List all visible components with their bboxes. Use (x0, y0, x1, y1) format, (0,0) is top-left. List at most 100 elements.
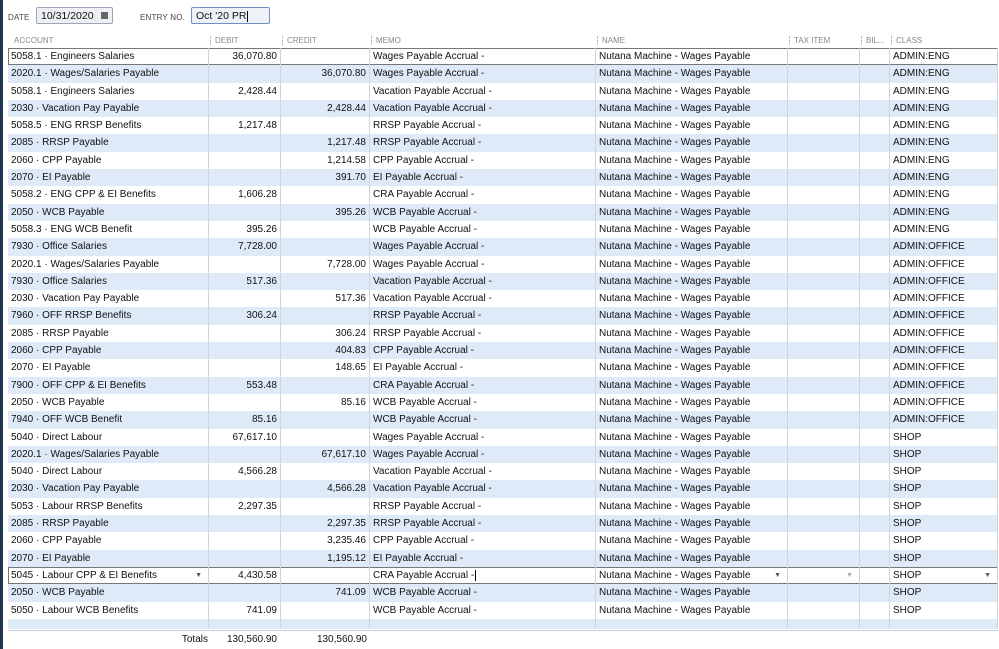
cell-billable[interactable] (860, 618, 890, 629)
cell-tax-item[interactable] (788, 169, 860, 187)
cell-name[interactable]: Nutana Machine - Wages Payable (596, 255, 788, 273)
column-header-name[interactable]: NAME (602, 34, 625, 48)
cell-tax-item[interactable] (788, 117, 860, 135)
cell-class[interactable]: ADMIN:ENG (890, 82, 998, 100)
cell-billable[interactable] (860, 480, 890, 498)
table-row[interactable]: 2060 · CPP Payable 3,235.46 CPP Payable Ac… (8, 532, 998, 550)
column-header-debit[interactable]: DEBIT (215, 34, 239, 48)
cell-class[interactable]: ADMIN:ENG (890, 220, 998, 239)
cell-credit[interactable]: 36,070.80 (281, 65, 370, 83)
cell-credit[interactable]: 2,297.35 (281, 515, 370, 533)
cell-class[interactable]: SHOP (890, 428, 998, 446)
cell-memo[interactable]: Vacation Payable Accrual - (370, 82, 596, 100)
table-row[interactable]: 2050 · WCB Payable 85.16 WCB Payable Accru… (8, 393, 998, 412)
cell-credit[interactable]: 404.83 (281, 342, 370, 360)
cell-memo[interactable]: CRA Payable Accrual - (370, 186, 596, 204)
date-field[interactable]: 10/31/2020 (36, 7, 113, 24)
cell-memo[interactable]: CPP Payable Accrual - (370, 151, 596, 170)
cell-class[interactable]: SHOP (890, 549, 998, 567)
cell-memo[interactable]: Vacation Payable Accrual - (370, 480, 596, 498)
cell-name[interactable]: Nutana Machine - Wages Payable (596, 169, 788, 187)
cell-name[interactable]: Nutana Machine - Wages Payable (596, 290, 788, 308)
cell-credit[interactable]: 306.24 (281, 324, 370, 343)
cell-credit[interactable] (281, 186, 370, 204)
cell-memo[interactable]: WCB Payable Accrual - (370, 393, 596, 412)
cell-tax-item[interactable] (788, 238, 860, 256)
cell-name[interactable]: Nutana Machine - Wages Payable (596, 186, 788, 204)
table-row[interactable]: 2070 · EI Payable 1,195.12 EI Payable Accr… (8, 549, 998, 567)
table-row[interactable]: 2070 · EI Payable 148.65 EI Payable Accrua… (8, 359, 998, 377)
cell-credit[interactable]: 517.36 (281, 290, 370, 308)
cell-class[interactable]: ADMIN:OFFICE (890, 272, 998, 291)
cell-billable[interactable] (860, 549, 890, 567)
dropdown-arrow-icon[interactable]: ▼ (774, 567, 781, 584)
cell-credit[interactable] (281, 82, 370, 100)
cell-billable[interactable] (860, 169, 890, 187)
cell-tax-item[interactable] (788, 376, 860, 394)
cell-class[interactable]: ADMIN:ENG (890, 48, 998, 66)
cell-account[interactable]: 2030 · Vacation Pay Payable (8, 99, 209, 118)
cell-tax-item[interactable] (788, 290, 860, 308)
cell-name[interactable]: Nutana Machine - Wages Payable (596, 359, 788, 377)
cell-account[interactable]: 7930 · Office Salaries (8, 238, 209, 256)
cell-account[interactable]: 2085 · RRSP Payable (8, 324, 209, 343)
cell-class[interactable]: ADMIN:OFFICE (890, 359, 998, 377)
cell-credit[interactable]: 67,617.10 (281, 445, 370, 464)
cell-account[interactable]: 5040 · Direct Labour (8, 463, 209, 481)
cell-class[interactable]: ADMIN:OFFICE (890, 324, 998, 343)
column-resize-handle[interactable] (282, 36, 284, 45)
cell-billable[interactable] (860, 376, 890, 394)
cell-name[interactable]: Nutana Machine - Wages Payable (596, 65, 788, 83)
cell-billable[interactable] (860, 82, 890, 100)
cell-credit[interactable] (281, 463, 370, 481)
cell-billable[interactable] (860, 428, 890, 446)
cell-class[interactable]: SHOP (890, 463, 998, 481)
cell-name[interactable]: Nutana Machine - Wages Payable (596, 480, 788, 498)
cell-account[interactable]: 2085 · RRSP Payable (8, 515, 209, 533)
cell-memo[interactable]: RRSP Payable Accrual - (370, 307, 596, 325)
cell-class[interactable]: SHOP ▼ (890, 566, 998, 585)
cell-debit[interactable]: 1,606.28 (209, 186, 281, 204)
cell-class[interactable]: SHOP (890, 445, 998, 464)
cell-name[interactable]: Nutana Machine - Wages Payable (596, 82, 788, 100)
cell-credit[interactable]: 741.09 (281, 584, 370, 602)
cell-name[interactable]: Nutana Machine - Wages Payable (596, 324, 788, 343)
cell-credit[interactable]: 2,428.44 (281, 99, 370, 118)
cell-debit[interactable]: 1,217.48 (209, 117, 281, 135)
cell-memo[interactable]: Wages Payable Accrual - (370, 255, 596, 273)
cell-memo[interactable]: Wages Payable Accrual - (370, 445, 596, 464)
column-resize-handle[interactable] (789, 36, 791, 45)
calendar-icon[interactable] (101, 12, 108, 19)
cell-class[interactable]: ADMIN:ENG (890, 134, 998, 152)
cell-name[interactable]: Nutana Machine - Wages Payable (596, 601, 788, 619)
cell-billable[interactable] (860, 584, 890, 602)
cell-credit[interactable] (281, 411, 370, 429)
cell-tax-item[interactable] (788, 203, 860, 221)
cell-debit[interactable] (209, 480, 281, 498)
cell-name[interactable] (596, 618, 788, 629)
cell-billable[interactable] (860, 255, 890, 273)
cell-billable[interactable] (860, 307, 890, 325)
cell-tax-item[interactable] (788, 480, 860, 498)
cell-credit[interactable] (281, 307, 370, 325)
cell-class[interactable]: SHOP (890, 480, 998, 498)
cell-debit[interactable] (209, 255, 281, 273)
cell-debit[interactable] (209, 324, 281, 343)
cell-debit[interactable]: 395.26 (209, 220, 281, 239)
cell-credit[interactable] (281, 117, 370, 135)
cell-name[interactable]: Nutana Machine - Wages Payable (596, 203, 788, 221)
cell-tax-item[interactable] (788, 584, 860, 602)
cell-account[interactable]: 5058.5 · ENG RRSP Benefits (8, 117, 209, 135)
cell-credit[interactable]: 148.65 (281, 359, 370, 377)
cell-class[interactable]: SHOP (890, 515, 998, 533)
cell-credit[interactable] (281, 272, 370, 291)
cell-account[interactable]: 2020.1 · Wages/Salaries Payable (8, 445, 209, 464)
cell-tax-item[interactable] (788, 151, 860, 170)
cell-credit[interactable] (281, 238, 370, 256)
column-resize-handle[interactable] (371, 36, 373, 45)
table-row[interactable]: 5040 · Direct Labour 4,566.28 Vacation Pay… (8, 463, 998, 481)
cell-account[interactable]: 7940 · OFF WCB Benefit (8, 411, 209, 429)
cell-billable[interactable] (860, 463, 890, 481)
cell-credit[interactable] (281, 48, 370, 66)
table-row[interactable]: 5040 · Direct Labour 67,617.10 Wages Payab… (8, 428, 998, 446)
